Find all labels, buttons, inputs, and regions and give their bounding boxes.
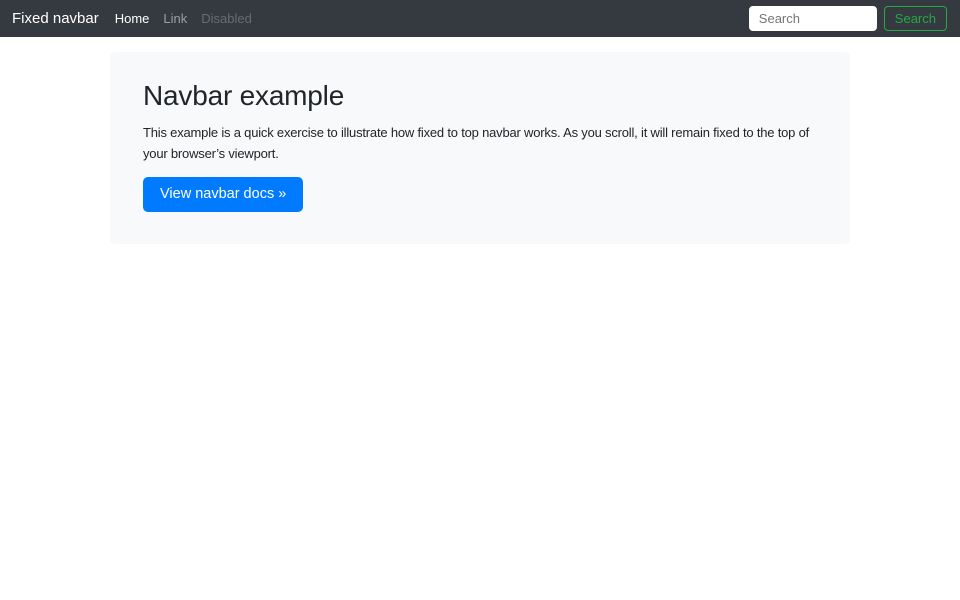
page-title: Navbar example [143, 79, 817, 113]
search-input[interactable] [749, 6, 877, 31]
view-navbar-docs-button[interactable]: View navbar docs » [143, 177, 303, 213]
search-button[interactable]: Search [884, 6, 947, 31]
search-form: Search [749, 6, 947, 31]
jumbotron: Navbar example This example is a quick e… [110, 52, 850, 244]
nav-link-link[interactable]: Link [156, 11, 194, 26]
navbar-nav: Home Link Disabled [108, 11, 259, 26]
nav-link-disabled: Disabled [194, 11, 259, 26]
navbar: Fixed navbar Home Link Disabled Search [0, 0, 960, 37]
nav-link-home[interactable]: Home [108, 11, 157, 26]
navbar-brand[interactable]: Fixed navbar [12, 10, 99, 27]
lead-paragraph: This example is a quick exercise to illu… [143, 122, 817, 164]
